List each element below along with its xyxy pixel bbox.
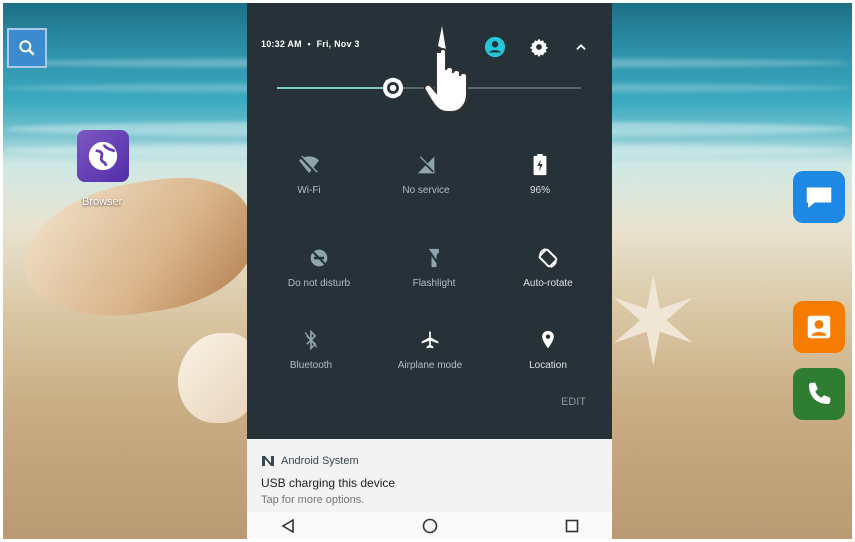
- gear-icon: [529, 38, 549, 57]
- messaging-app-icon[interactable]: [793, 171, 845, 223]
- tile-wifi[interactable]: Wi-Fi: [254, 153, 364, 196]
- search-button[interactable]: [7, 28, 47, 68]
- brightness-slider-fill: [277, 87, 393, 89]
- tile-location[interactable]: Location: [493, 328, 603, 371]
- no-signal-icon: [417, 156, 435, 174]
- notification-subtitle: Tap for more options.: [261, 494, 365, 506]
- tile-label: Auto-rotate: [523, 278, 573, 289]
- brightness-icon: [382, 77, 403, 99]
- usb-notification[interactable]: Android System USB charging this device …: [247, 439, 612, 512]
- bluetooth-off-icon: [304, 330, 318, 350]
- back-triangle-icon: [281, 519, 294, 533]
- status-time: 10:32 AM: [261, 39, 302, 49]
- recents-button[interactable]: [562, 516, 582, 536]
- home-button[interactable]: [420, 516, 440, 536]
- settings-button[interactable]: [528, 36, 550, 58]
- status-separator: •: [307, 39, 311, 49]
- globe-icon: [88, 141, 118, 171]
- phone-app-icon[interactable]: [793, 368, 845, 420]
- chevron-up-icon: [576, 44, 586, 50]
- status-date: Fri, Nov 3: [316, 39, 360, 49]
- tile-auto-rotate[interactable]: Auto-rotate: [493, 246, 603, 289]
- airplane-icon: [421, 331, 439, 349]
- brightness-thumb[interactable]: [382, 77, 404, 99]
- do-not-disturb-icon: [310, 249, 328, 267]
- tile-label: Bluetooth: [289, 360, 333, 371]
- notification-app-name: Android System: [281, 455, 359, 467]
- tile-label: Do not disturb: [287, 278, 351, 289]
- contacts-app-icon[interactable]: [793, 301, 845, 353]
- browser-app-label[interactable]: Browser: [82, 196, 122, 208]
- browser-app-icon[interactable]: [77, 130, 129, 182]
- swipe-hand-icon: [423, 26, 468, 113]
- starfish-decoration: ✶: [603, 256, 704, 390]
- edit-button[interactable]: EDIT: [561, 396, 586, 408]
- chat-bubble-icon: [806, 187, 832, 208]
- flashlight-off-icon: [427, 248, 441, 268]
- tile-label: Airplane mode: [397, 360, 463, 371]
- wifi-off-icon: [299, 155, 319, 175]
- tile-bluetooth[interactable]: Bluetooth: [256, 328, 366, 371]
- back-button[interactable]: [278, 516, 298, 536]
- tile-do-not-disturb[interactable]: Do not disturb: [264, 246, 374, 289]
- tile-label: No service: [402, 185, 450, 196]
- tile-airplane-mode[interactable]: Airplane mode: [375, 328, 485, 371]
- search-icon: [19, 40, 35, 56]
- auto-rotate-icon: [538, 248, 558, 268]
- location-icon: [542, 330, 554, 349]
- collapse-button[interactable]: [570, 36, 592, 58]
- tile-battery[interactable]: 96%: [485, 153, 595, 196]
- home-circle-icon: [422, 518, 438, 534]
- navigation-bar: [247, 512, 612, 539]
- shell-decoration: [15, 167, 261, 329]
- tile-label: Wi-Fi: [297, 185, 321, 196]
- recents-square-icon: [565, 519, 579, 533]
- tile-label: Flashlight: [412, 278, 456, 289]
- battery-charging-icon: [533, 154, 547, 176]
- shell-decoration: [178, 333, 258, 423]
- status-datetime: 10:32 AM • Fri, Nov 3: [261, 39, 360, 49]
- tile-label: Location: [529, 360, 567, 371]
- tile-flashlight[interactable]: Flashlight: [379, 246, 489, 289]
- phone-icon: [809, 382, 831, 404]
- tile-label: 96%: [529, 185, 550, 196]
- android-system-icon: [262, 456, 274, 466]
- notification-title: USB charging this device: [261, 476, 396, 490]
- tile-mobile-data[interactable]: No service: [371, 153, 481, 196]
- contact-icon: [807, 315, 831, 339]
